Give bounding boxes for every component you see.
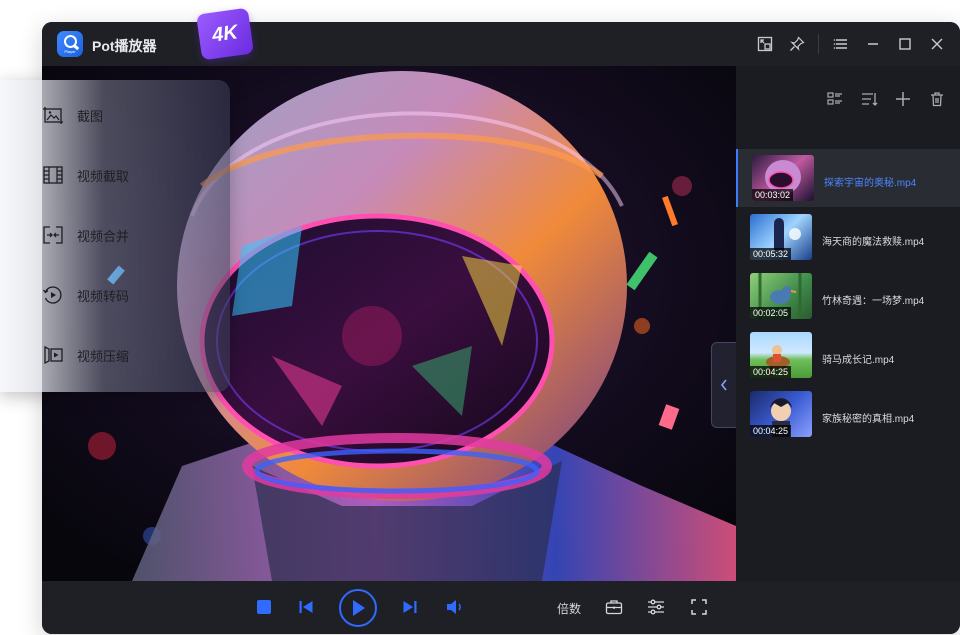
sort-icon: [862, 93, 878, 106]
film-strip-icon: [40, 164, 66, 186]
list-view-icon: [827, 92, 842, 105]
tools-side-menu: 截图 视频截取 视频合并 视频转码 视频压缩: [0, 80, 230, 392]
video-duration: 00:04:25: [750, 366, 792, 378]
close-icon: [931, 38, 943, 50]
playlist-item[interactable]: 00:04:25 家族秘密的真相.mp4: [736, 385, 960, 443]
video-title: 探索宇宙的奥秘.mp4: [824, 178, 917, 189]
playlist-item[interactable]: 00:02:05 竹林奇遇：一场梦.mp4: [736, 267, 960, 325]
maximize-button[interactable]: [895, 34, 915, 54]
video-duration: 00:03:02: [752, 189, 794, 201]
menu-item-video-merge[interactable]: 视频合并: [40, 223, 129, 247]
merge-icon: [40, 224, 66, 246]
close-button[interactable]: [927, 34, 947, 54]
compress-icon: [40, 344, 66, 366]
minimize-button[interactable]: [863, 34, 883, 54]
title-separator: [818, 34, 819, 54]
menu-item-screenshot[interactable]: 截图: [40, 103, 103, 127]
stop-icon: [257, 600, 271, 614]
menu-label: 视频转码: [77, 288, 130, 304]
speed-button[interactable]: 倍数: [557, 600, 581, 617]
menu-item-video-convert[interactable]: 视频转码: [40, 283, 129, 307]
picture-in-picture-icon: [757, 36, 773, 52]
video-title: 家族秘密的真相.mp4: [822, 414, 915, 425]
chevron-left-icon: [720, 379, 727, 391]
skip-previous-icon: [299, 601, 313, 613]
fullscreen-icon: [691, 599, 707, 615]
sliders-icon: [648, 599, 664, 615]
4k-badge-label: 4K: [210, 20, 240, 47]
skip-next-icon: [403, 601, 417, 613]
playlist-item[interactable]: 00:04:25 骑马成长记.mp4: [736, 326, 960, 384]
sort-button[interactable]: [860, 90, 878, 108]
pin-icon: [790, 36, 805, 51]
stage: Player Pot播放器 00:03:02 探索宇宙的奥秘.mp4 00:05…: [0, 0, 960, 635]
list-view-button[interactable]: [826, 90, 844, 108]
video-title: 海天商的魔法救赎.mp4: [822, 237, 925, 248]
hamburger-icon: [833, 39, 847, 49]
trash-icon: [931, 92, 943, 107]
menu-label: 视频压缩: [77, 348, 130, 364]
image-crop-icon: [40, 104, 66, 126]
plus-icon: [896, 92, 910, 106]
pin-button[interactable]: [787, 34, 807, 54]
control-bar: 倍数: [42, 581, 960, 634]
video-thumbnail: 00:04:25: [750, 391, 812, 437]
title-bar: Player Pot播放器: [42, 22, 960, 66]
playlist-panel: 00:03:02 探索宇宙的奥秘.mp4 00:05:32 海天商的魔法救赎.m…: [736, 66, 960, 581]
convert-icon: [40, 284, 66, 306]
fullscreen-button[interactable]: [688, 597, 710, 617]
video-duration: 00:05:32: [750, 248, 792, 260]
playlist-item[interactable]: 00:05:32 海天商的魔法救赎.mp4: [736, 208, 960, 266]
playlist-collapse-tab[interactable]: [711, 342, 736, 428]
play-icon: [353, 600, 365, 616]
menu-label: 视频截取: [77, 168, 130, 184]
menu-item-video-clip[interactable]: 视频截取: [40, 163, 129, 187]
playlist-item[interactable]: 00:03:02 探索宇宙的奥秘.mp4: [736, 149, 960, 207]
toolbox-button[interactable]: [603, 597, 625, 617]
menu-button[interactable]: [831, 34, 851, 54]
stop-button[interactable]: [254, 597, 274, 617]
video-duration: 00:04:25: [750, 425, 792, 437]
video-thumbnail: 00:05:32: [750, 214, 812, 260]
next-button[interactable]: [400, 597, 420, 617]
play-button[interactable]: [339, 589, 377, 627]
video-duration: 00:02:05: [750, 307, 792, 319]
menu-item-video-compress[interactable]: 视频压缩: [40, 343, 129, 367]
app-logo-text: Player: [64, 48, 76, 54]
video-thumbnail: 00:03:02: [752, 155, 814, 201]
video-thumbnail: 00:02:05: [750, 273, 812, 319]
video-thumbnail: 00:04:25: [750, 332, 812, 378]
settings-button[interactable]: [645, 597, 667, 617]
add-file-button[interactable]: [894, 90, 912, 108]
minimize-icon: [868, 43, 878, 45]
toolbox-icon: [605, 600, 623, 615]
video-title: 竹林奇遇：一场梦.mp4: [822, 296, 925, 307]
maximize-icon: [899, 38, 911, 50]
delete-button[interactable]: [928, 90, 946, 108]
menu-label: 视频合并: [77, 228, 130, 244]
menu-label: 截图: [77, 108, 104, 124]
app-logo: Player: [57, 31, 83, 57]
volume-button[interactable]: [444, 597, 466, 617]
app-title: Pot播放器: [92, 38, 157, 54]
volume-icon: [447, 600, 461, 614]
mini-mode-button[interactable]: [755, 34, 775, 54]
previous-button[interactable]: [296, 597, 316, 617]
video-title: 骑马成长记.mp4: [822, 355, 895, 366]
4k-badge: 4K: [196, 7, 254, 61]
